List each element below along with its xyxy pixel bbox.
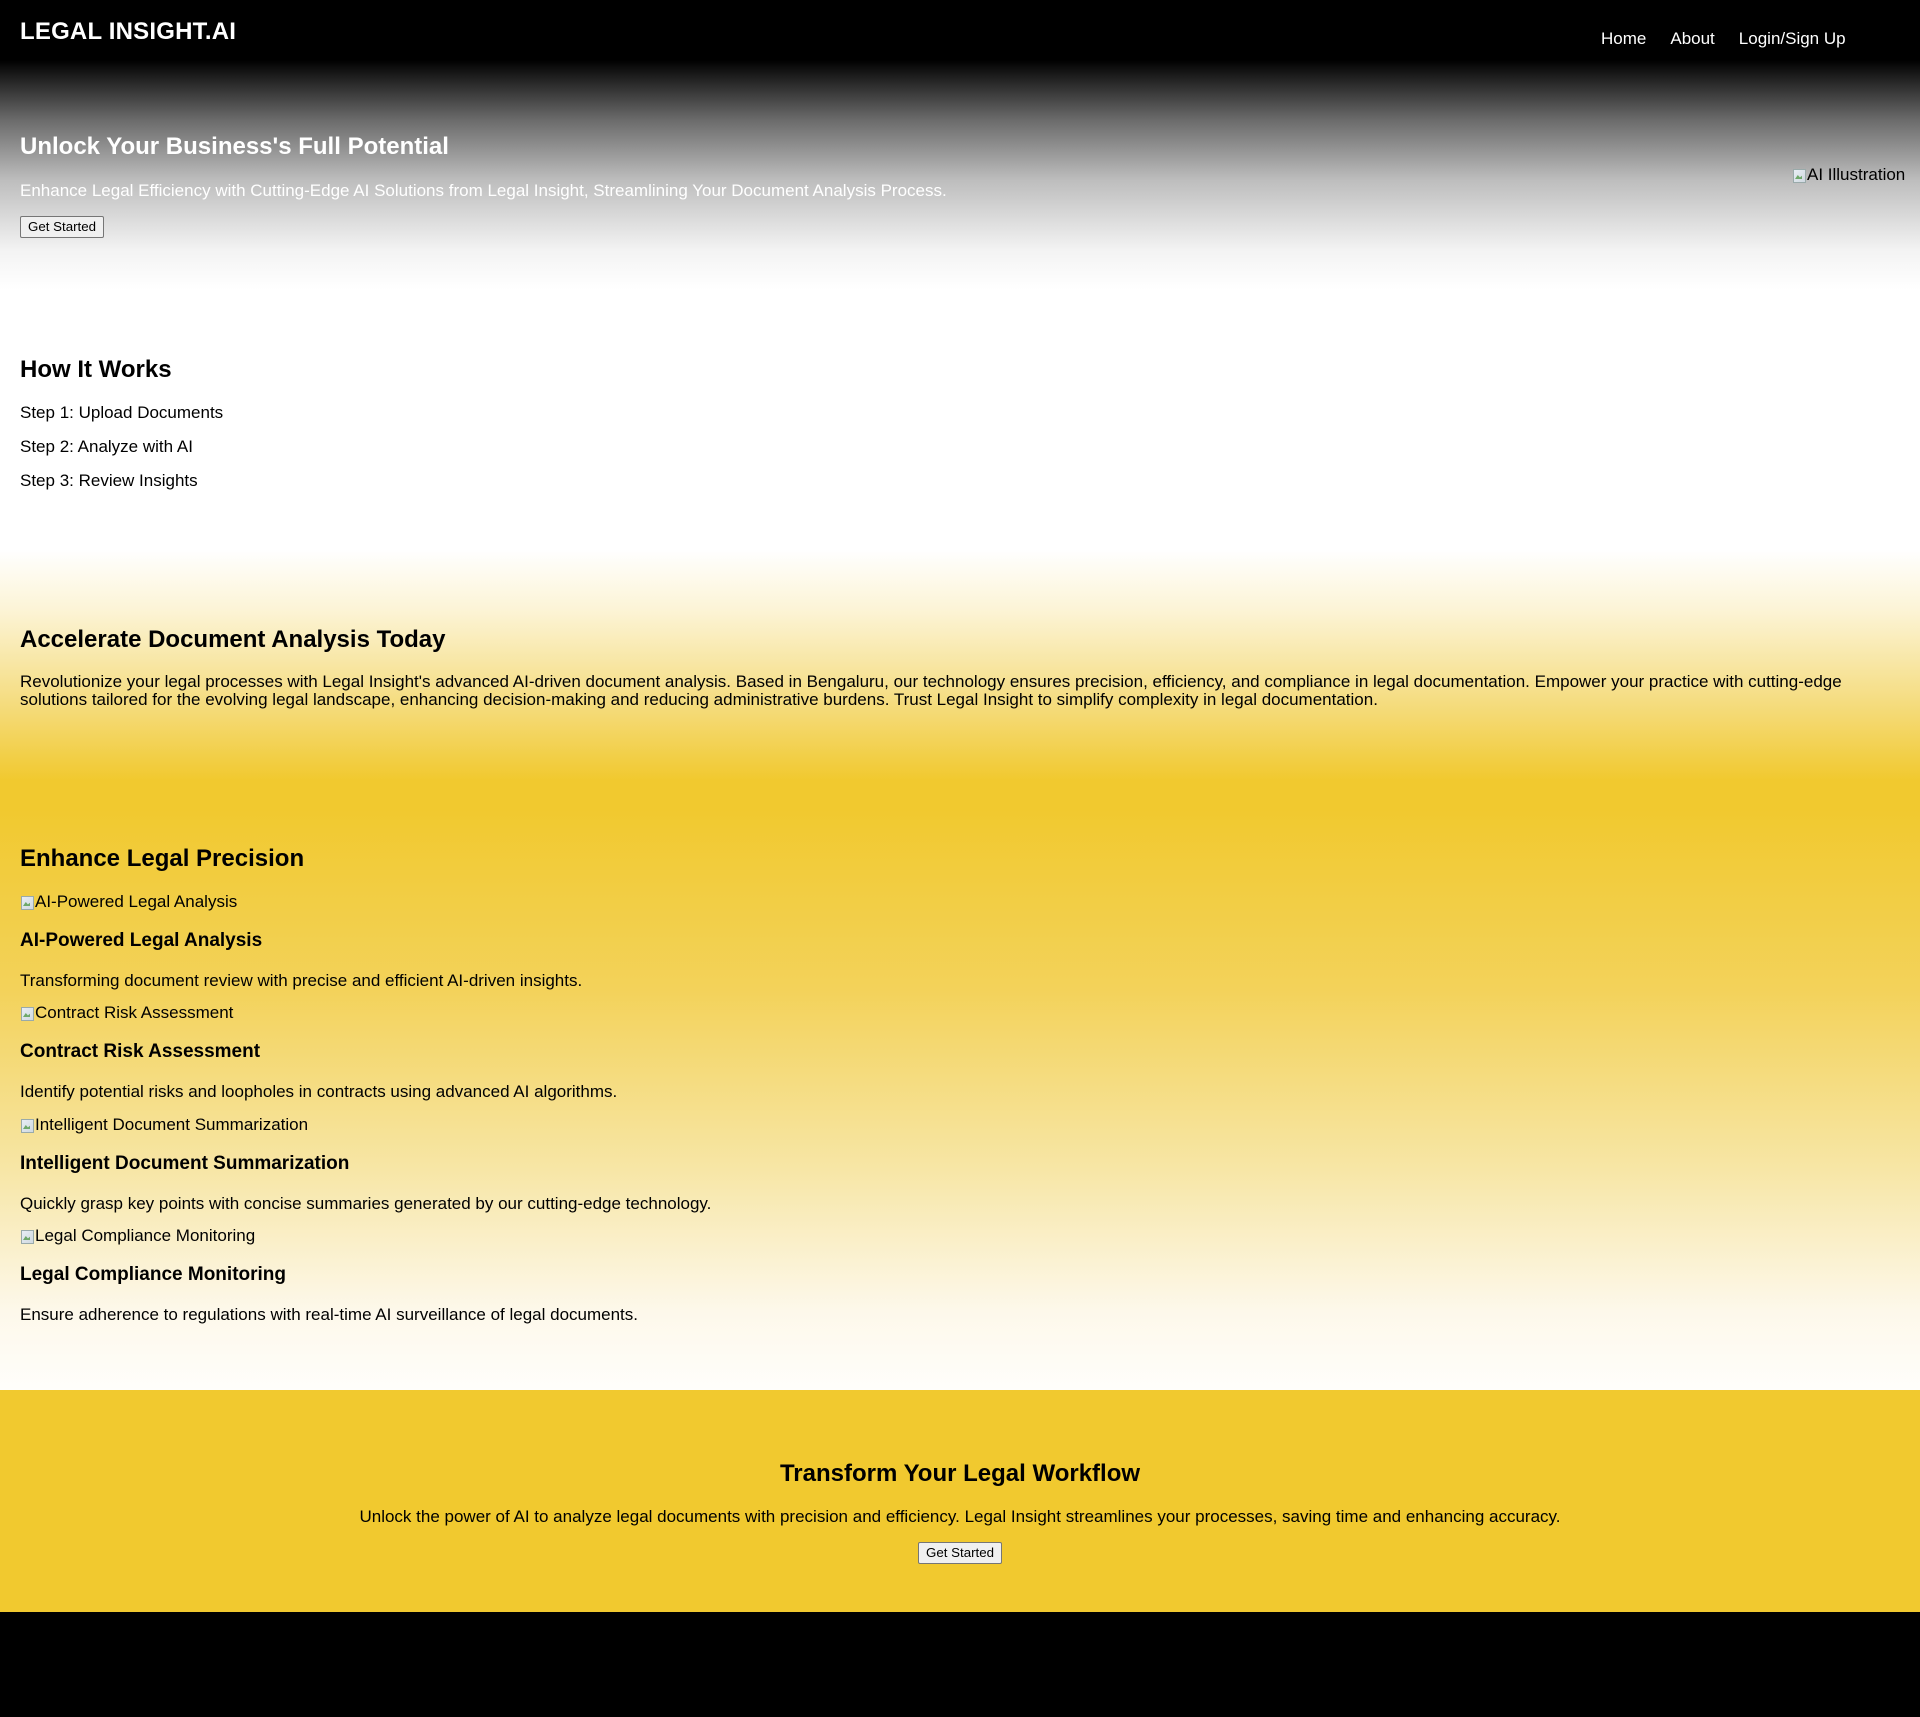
feature-description: Ensure adherence to regulations with rea… bbox=[20, 1305, 639, 1324]
footer bbox=[0, 1612, 1920, 1717]
ai-illustration-image: AI Illustration bbox=[1792, 165, 1905, 185]
image-alt-text: AI Illustration bbox=[1807, 165, 1906, 184]
feature-title: Legal Compliance Monitoring bbox=[20, 1264, 287, 1285]
accelerate-body: Revolutionize your legal processes with … bbox=[20, 672, 1842, 709]
feature-title: Intelligent Document Summarization bbox=[20, 1153, 350, 1174]
site-logo[interactable]: LEGAL INSIGHT.AI bbox=[20, 18, 236, 46]
enhance-section: Enhance Legal Precision AI-Powered Legal… bbox=[0, 810, 1920, 1390]
nav-about-link[interactable]: About bbox=[1670, 29, 1714, 49]
broken-image-icon bbox=[1792, 167, 1806, 183]
cta-body: Unlock the power of AI to analyze legal … bbox=[359, 1507, 1561, 1526]
step-item: Step 2: Analyze with AI bbox=[20, 437, 193, 456]
main-nav: Home About Login/Sign Up bbox=[1601, 29, 1846, 49]
step-item: Step 1: Upload Documents bbox=[20, 403, 224, 422]
feature-image: Contract Risk Assessment bbox=[20, 1003, 233, 1023]
cta-section: Transform Your Legal Workflow Unlock the… bbox=[0, 1390, 1920, 1612]
hero-get-started-button[interactable]: Get Started bbox=[20, 216, 104, 238]
broken-image-icon bbox=[20, 894, 34, 910]
broken-image-icon bbox=[20, 1117, 34, 1133]
feature-description: Identify potential risks and loopholes i… bbox=[20, 1082, 618, 1101]
feature-image: Intelligent Document Summarization bbox=[20, 1115, 308, 1135]
feature-image: AI-Powered Legal Analysis bbox=[20, 892, 237, 912]
image-alt-text: Intelligent Document Summarization bbox=[35, 1115, 309, 1134]
image-alt-text: Legal Compliance Monitoring bbox=[35, 1226, 256, 1245]
broken-image-icon bbox=[20, 1228, 34, 1244]
enhance-title: Enhance Legal Precision bbox=[20, 845, 305, 872]
step-item: Step 3: Review Insights bbox=[20, 471, 198, 490]
broken-image-icon bbox=[20, 1005, 34, 1021]
nav-login-signup-link[interactable]: Login/Sign Up bbox=[1739, 29, 1846, 49]
hero-subtitle: Enhance Legal Efficiency with Cutting-Ed… bbox=[20, 181, 947, 200]
feature-description: Transforming document review with precis… bbox=[20, 971, 583, 990]
image-alt-text: AI-Powered Legal Analysis bbox=[35, 892, 238, 911]
feature-image: Legal Compliance Monitoring bbox=[20, 1226, 255, 1246]
feature-title: Contract Risk Assessment bbox=[20, 1041, 261, 1062]
accelerate-section: Accelerate Document Analysis Today Revol… bbox=[0, 550, 1920, 810]
accelerate-title: Accelerate Document Analysis Today bbox=[20, 626, 446, 653]
cta-get-started-button[interactable]: Get Started bbox=[918, 1542, 1002, 1564]
nav-home-link[interactable]: Home bbox=[1601, 29, 1646, 49]
hero-title: Unlock Your Business's Full Potential bbox=[20, 133, 449, 160]
feature-description: Quickly grasp key points with concise su… bbox=[20, 1194, 712, 1213]
how-it-works-section: How It Works Step 1: Upload Documents St… bbox=[0, 290, 1920, 550]
how-it-works-title: How It Works bbox=[20, 356, 172, 383]
hero-section: LEGAL INSIGHT.AI Home About Login/Sign U… bbox=[0, 0, 1920, 290]
cta-title: Transform Your Legal Workflow bbox=[779, 1460, 1141, 1487]
image-alt-text: Contract Risk Assessment bbox=[35, 1003, 234, 1022]
feature-title: AI-Powered Legal Analysis bbox=[20, 930, 263, 951]
